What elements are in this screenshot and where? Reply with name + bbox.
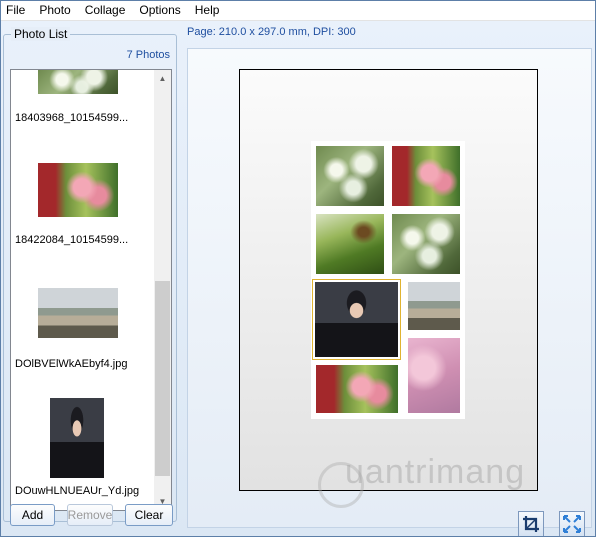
collage-cell-selected[interactable] — [312, 279, 401, 360]
list-item[interactable]: DOlBVElWkAEbyf4.jpg — [11, 285, 154, 385]
photo-thumbnail — [50, 398, 104, 478]
photo-thumbnail — [38, 288, 118, 338]
collage-cell[interactable] — [392, 214, 460, 274]
workspace: Photo List 7 Photos 18403968_10154599...… — [0, 21, 596, 537]
photo-thumbnail — [38, 70, 118, 94]
collage-layout — [311, 141, 465, 419]
photo-count: 7 Photos — [126, 49, 170, 61]
collage-cell[interactable] — [316, 146, 384, 206]
menu-options[interactable]: Options — [132, 0, 187, 20]
photo-filename: 18422084_10154599... — [15, 234, 129, 246]
list-item[interactable]: 18403968_10154599... — [11, 70, 154, 130]
add-button[interactable]: Add — [10, 504, 55, 526]
list-scrollbar[interactable]: ▲ ▼ — [154, 70, 171, 510]
photo-filename: 18403968_10154599... — [15, 112, 129, 124]
remove-button[interactable]: Remove — [67, 504, 113, 526]
photo-thumbnail — [38, 163, 118, 217]
collage-cell[interactable] — [316, 365, 398, 413]
photo-list-title: Photo List — [11, 27, 71, 41]
photo-list[interactable]: 18403968_10154599... 18422084_10154599..… — [10, 69, 172, 511]
menu-help[interactable]: Help — [188, 0, 227, 20]
menu-bar: File Photo Collage Options Help — [0, 0, 596, 21]
collage-cell[interactable] — [392, 146, 460, 206]
expand-arrows-icon — [563, 515, 581, 533]
fit-to-window-button[interactable] — [559, 511, 585, 537]
photo-list-group: Photo List 7 Photos 18403968_10154599...… — [3, 27, 177, 522]
collage-cell[interactable] — [408, 338, 460, 413]
menu-photo[interactable]: Photo — [32, 0, 77, 20]
crop-button[interactable] — [518, 511, 544, 537]
watermark-text: uantrimang — [345, 453, 526, 491]
list-item[interactable]: DOuwHLNUEAUr_Yd.jpg — [11, 395, 154, 510]
collage-cell[interactable] — [316, 214, 384, 274]
list-item[interactable]: 18422084_10154599... — [11, 160, 154, 260]
clear-button[interactable]: Clear — [125, 504, 173, 526]
menu-collage[interactable]: Collage — [78, 0, 133, 20]
menu-file[interactable]: File — [0, 0, 32, 20]
collage-cell[interactable] — [408, 282, 460, 330]
scroll-thumb[interactable] — [155, 281, 170, 476]
photo-filename: DOlBVElWkAEbyf4.jpg — [15, 358, 128, 370]
page-info: Page: 210.0 x 297.0 mm, DPI: 300 — [187, 26, 356, 38]
crop-icon — [523, 516, 539, 532]
photo-filename: DOuwHLNUEAUr_Yd.jpg — [15, 485, 140, 497]
scroll-up-arrow-icon[interactable]: ▲ — [154, 70, 171, 87]
paper-page — [239, 69, 538, 491]
